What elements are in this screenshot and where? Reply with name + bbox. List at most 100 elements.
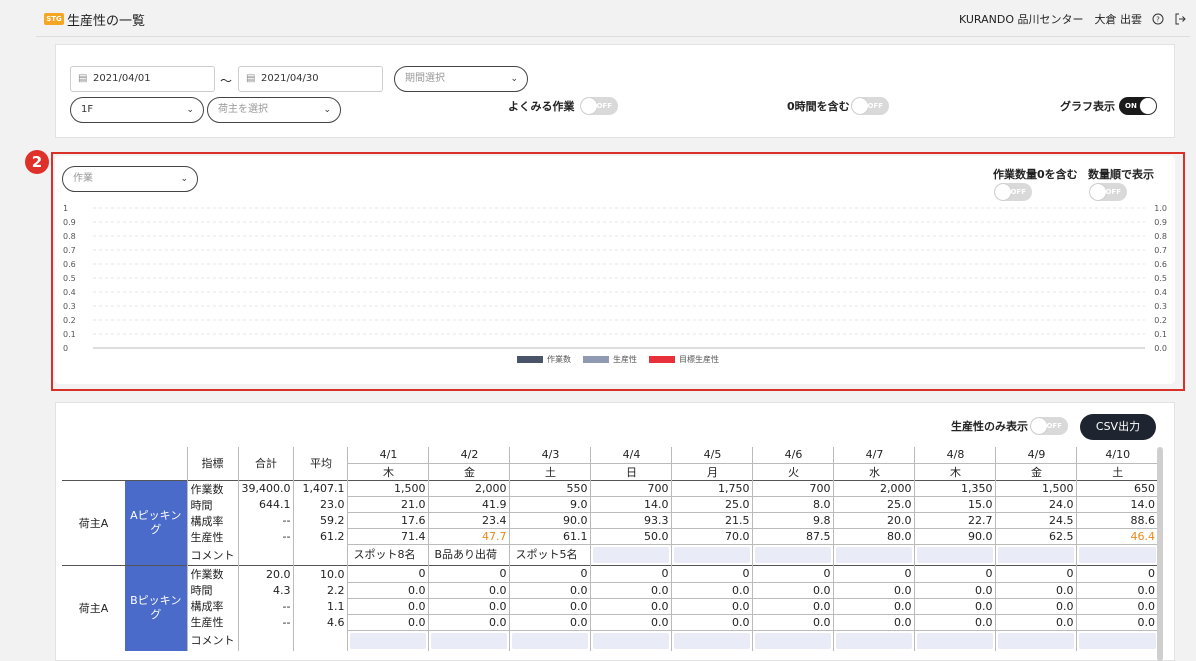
include-zero-qty-label: 作業数量0を含む xyxy=(993,168,1078,181)
comment-cell[interactable] xyxy=(1076,630,1158,651)
value-cell: 0.0 xyxy=(914,614,996,631)
y-right-tick-label: 0.5 xyxy=(1154,274,1167,283)
header-weekday: 火 xyxy=(752,463,834,480)
metric-label: 時間 xyxy=(186,496,238,513)
comment-cell[interactable] xyxy=(995,544,1077,566)
graph-display-toggle[interactable]: ON xyxy=(1119,97,1157,115)
legend-label: 目標生産性 xyxy=(679,354,719,364)
csv-export-button[interactable]: CSV出力 xyxy=(1080,414,1156,440)
comment-cell[interactable] xyxy=(752,630,834,651)
value-cell: 0.0 xyxy=(590,598,672,615)
comment-cell[interactable] xyxy=(590,630,672,651)
comment-input[interactable] xyxy=(350,632,427,649)
value-cell: 90.0 xyxy=(914,528,996,545)
comment-cell[interactable] xyxy=(833,544,915,566)
value-cell: 2,000 xyxy=(428,479,510,497)
comment-cell[interactable] xyxy=(914,630,996,651)
header-date: 4/2 xyxy=(428,447,510,464)
comment-input[interactable] xyxy=(593,547,670,563)
value-cell: 0 xyxy=(509,565,591,583)
productivity-only-toggle[interactable]: OFF xyxy=(1030,417,1068,435)
comment-cell[interactable] xyxy=(347,630,429,651)
comment-cell[interactable] xyxy=(671,544,753,566)
value-cell: 9.8 xyxy=(752,512,834,529)
y-left-tick-label: 1 xyxy=(63,204,68,213)
value-cell: 25.0 xyxy=(833,496,915,513)
comment-input[interactable] xyxy=(755,632,832,649)
comment-cell[interactable] xyxy=(671,630,753,651)
total-cell: 4.3 xyxy=(237,582,294,598)
comment-cell[interactable] xyxy=(833,630,915,651)
date-to-input[interactable]: ▤ 2021/04/30 xyxy=(238,66,383,92)
comment-cell[interactable]: スポット8名 xyxy=(347,544,429,566)
comment-input[interactable] xyxy=(1079,632,1156,649)
value-cell: 0.0 xyxy=(428,598,510,615)
value-cell: 88.6 xyxy=(1076,512,1158,529)
frequent-work-toggle[interactable]: OFF xyxy=(580,97,618,115)
value-cell: 0.0 xyxy=(590,582,672,599)
include-zero-hours-label: 0時間を含む xyxy=(787,100,850,113)
comment-cell[interactable] xyxy=(914,544,996,566)
header-weekday: 木 xyxy=(914,463,996,480)
floor-select[interactable]: 1F ⌄ xyxy=(70,97,204,123)
metric-label: 作業数 xyxy=(186,479,238,497)
comment-input[interactable] xyxy=(674,547,751,563)
comment-input[interactable] xyxy=(998,547,1075,563)
comment-input[interactable] xyxy=(755,547,832,563)
comment-cell[interactable] xyxy=(509,630,591,651)
y-left-tick-label: 0.2 xyxy=(63,316,76,325)
table-row: 時間 4.3 2.2 0.0 0.0 0.0 0.0 0.0 0.0 0.0 0.0 0.0 0.0 xyxy=(62,582,1158,599)
work-select[interactable]: 作業 ⌄ xyxy=(62,166,198,192)
value-cell: 8.0 xyxy=(752,496,834,513)
include-zero-hours-toggle[interactable]: OFF xyxy=(851,97,889,115)
shipper-select[interactable]: 荷主を選択 ⌄ xyxy=(207,97,341,123)
comment-input[interactable] xyxy=(1079,547,1156,563)
comment-input[interactable]: スポット8名 xyxy=(350,547,426,563)
legend-swatch xyxy=(649,356,675,363)
logout-icon[interactable] xyxy=(1174,13,1186,25)
comment-cell[interactable] xyxy=(752,544,834,566)
value-cell: 0.0 xyxy=(1076,582,1158,599)
comment-input[interactable] xyxy=(836,632,913,649)
metric-label: 生産性 xyxy=(186,614,238,630)
value-cell: 25.0 xyxy=(671,496,753,513)
table-scrollbar[interactable] xyxy=(1157,447,1163,661)
table-row: 荷主A Bピッキング 作業数 20.0 10.0 0 0 0 0 0 0 0 0 0 0 xyxy=(62,565,1158,651)
comment-cell[interactable] xyxy=(428,630,510,651)
value-cell: 0.0 xyxy=(752,582,834,599)
comment-input[interactable] xyxy=(512,632,589,649)
comment-cell[interactable] xyxy=(590,544,672,566)
table-row: 生産性 -- 4.6 0.0 0.0 0.0 0.0 0.0 0.0 0.0 0.0 0.0 0.0 xyxy=(62,614,1158,631)
comment-input[interactable] xyxy=(917,632,994,649)
help-icon[interactable]: ? xyxy=(1152,13,1164,25)
comment-input[interactable]: スポット5名 xyxy=(512,547,588,563)
table-row: 構成率 -- 1.1 0.0 0.0 0.0 0.0 0.0 0.0 0.0 0.0 0.0 0.0 xyxy=(62,598,1158,615)
header-date: 4/8 xyxy=(914,447,996,464)
shipper-cell: 荷主A xyxy=(62,565,125,651)
comment-input[interactable]: B品あり出荷 xyxy=(431,547,507,563)
value-cell: 0 xyxy=(833,565,915,583)
date-from-input[interactable]: ▤ 2021/04/01 xyxy=(70,66,215,92)
comment-cell[interactable]: B品あり出荷 xyxy=(428,544,510,566)
total-cell: 644.1 xyxy=(237,496,294,513)
comment-cell[interactable]: スポット5名 xyxy=(509,544,591,566)
comment-input[interactable] xyxy=(674,632,751,649)
comment-input[interactable] xyxy=(836,547,913,563)
comment-cell[interactable] xyxy=(995,630,1077,651)
comment-cell[interactable] xyxy=(1076,544,1158,566)
period-select[interactable]: 期間選択 ⌄ xyxy=(394,66,528,92)
value-cell: 17.6 xyxy=(347,512,429,529)
comment-input[interactable] xyxy=(998,632,1075,649)
comment-row: コメント xyxy=(62,630,1158,651)
value-cell: 24.0 xyxy=(995,496,1077,513)
legend-label: 生産性 xyxy=(613,354,637,364)
comment-input[interactable] xyxy=(593,632,670,649)
value-cell: 0.0 xyxy=(428,582,510,599)
comment-input[interactable] xyxy=(917,547,994,563)
work-select-placeholder: 作業 xyxy=(73,173,93,184)
value-cell: 41.9 xyxy=(428,496,510,513)
value-cell: 20.0 xyxy=(833,512,915,529)
header-weekday: 土 xyxy=(1076,463,1158,480)
comment-input[interactable] xyxy=(431,632,508,649)
process-cell: Bピッキング xyxy=(125,565,187,651)
